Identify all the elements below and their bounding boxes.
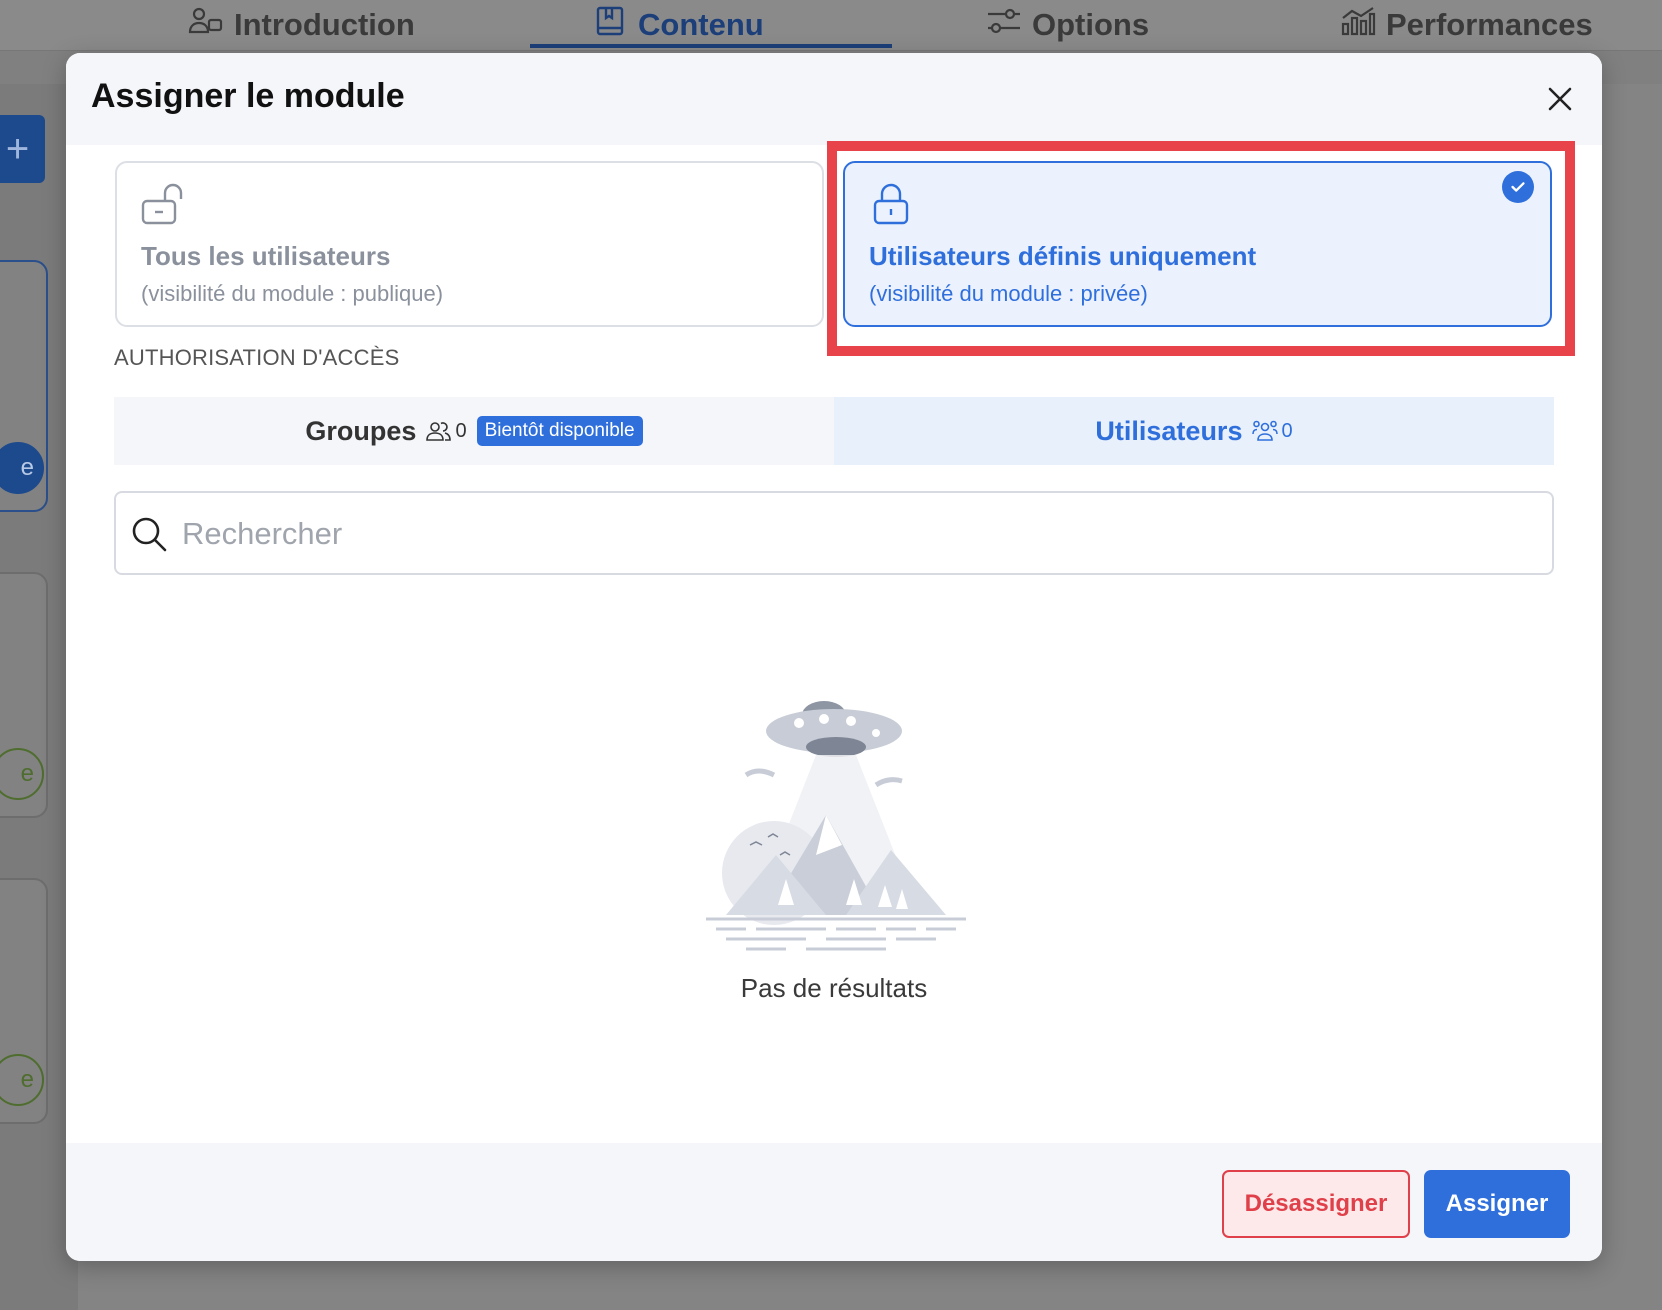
assign-button[interactable]: Assigner — [1424, 1170, 1570, 1238]
unassign-button[interactable]: Désassigner — [1222, 1170, 1410, 1238]
coming-soon-badge: Bientôt disponible — [476, 416, 643, 446]
access-authorization-label: AUTHORISATION D'ACCÈS — [114, 345, 400, 370]
tab-performances-label: Performances — [1386, 7, 1593, 42]
top-navigation: Introduction Contenu Options Performance… — [0, 0, 1662, 51]
dialog-header: Assigner le module — [66, 53, 1602, 145]
groups-count: 0 — [426, 419, 467, 443]
unlocked-padlock-icon — [141, 183, 183, 225]
tab-options[interactable]: Options — [986, 0, 1149, 50]
users-count: 0 — [1252, 419, 1293, 443]
tab-introduction-label: Introduction — [234, 7, 415, 42]
users-count-value: 0 — [1281, 419, 1293, 442]
option-all-users[interactable]: Tous les utilisateurs (visibilité du mod… — [115, 161, 824, 327]
option-defined-users-subtitle: (visibilité du module : privée) — [869, 281, 1148, 306]
book-icon — [592, 6, 628, 44]
tab-groups-label: Groupes — [305, 415, 417, 446]
user-card-icon — [188, 6, 224, 44]
selected-check-icon — [1502, 171, 1534, 203]
users-icon — [426, 422, 452, 441]
background-add-button: + — [0, 115, 45, 183]
tab-users-label: Utilisateurs — [1095, 415, 1243, 446]
active-tab-indicator — [530, 44, 892, 48]
tab-contenu-label: Contenu — [638, 7, 764, 42]
tab-performances[interactable]: Performances — [1340, 0, 1593, 50]
tab-contenu[interactable]: Contenu — [592, 0, 764, 50]
option-defined-users[interactable]: Utilisateurs définis uniquement (visibil… — [843, 161, 1552, 327]
search-input[interactable] — [180, 493, 1524, 575]
tab-introduction[interactable]: Introduction — [188, 0, 415, 50]
tab-users[interactable]: Utilisateurs 0 — [834, 397, 1554, 465]
assign-module-dialog: Assigner le module Tous les utilisateurs… — [66, 53, 1602, 1261]
close-button[interactable] — [1542, 81, 1578, 117]
tab-options-label: Options — [1032, 7, 1150, 42]
no-results-text: Pas de résultats — [740, 973, 928, 1003]
group-users-icon — [1252, 420, 1279, 441]
search-icon — [132, 517, 167, 552]
search-box — [114, 491, 1554, 575]
sliders-icon — [986, 6, 1022, 44]
dialog-title: Assigner le module — [91, 77, 405, 115]
bar-chart-icon — [1340, 6, 1376, 44]
option-defined-users-title: Utilisateurs définis uniquement — [869, 241, 1257, 271]
groups-count-value: 0 — [455, 419, 467, 442]
option-all-users-subtitle: (visibilité du module : publique) — [141, 281, 444, 306]
tab-groups[interactable]: Groupes 0 Bientôt disponible — [114, 397, 834, 465]
locked-padlock-icon — [873, 183, 909, 225]
close-icon — [1548, 87, 1572, 111]
option-all-users-title: Tous les utilisateurs — [141, 241, 391, 271]
access-tabs: Groupes 0 Bientôt disponible Utilisateur… — [114, 397, 1554, 465]
no-results-illustration — [706, 701, 966, 951]
